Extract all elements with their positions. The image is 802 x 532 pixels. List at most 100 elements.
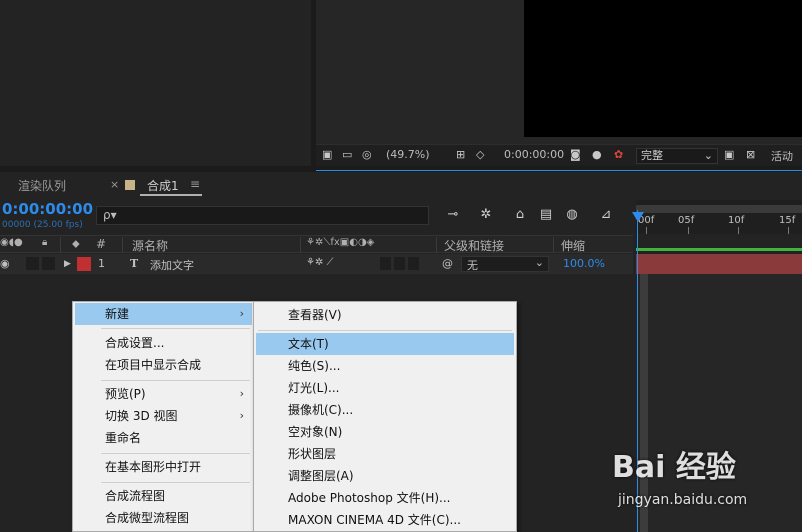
- stretch-value[interactable]: 100.0%: [563, 257, 605, 270]
- submenu-item-adjustment-layer[interactable]: 调整图层(A): [256, 465, 514, 487]
- render-cache-bar: [636, 248, 802, 251]
- menu-item-reveal-in-project[interactable]: 在项目中显示合成: [75, 354, 252, 376]
- ruler-label: 05f: [678, 215, 695, 226]
- menu-item-comp-settings[interactable]: 合成设置...: [75, 332, 252, 354]
- always-preview-icon[interactable]: ▣: [322, 149, 335, 161]
- timeline-timecode[interactable]: 0:00:00:00: [2, 200, 93, 218]
- chevron-down-icon: ⌄: [534, 256, 544, 269]
- composition-canvas[interactable]: [524, 0, 802, 137]
- layer-duration-bar[interactable]: [636, 254, 802, 274]
- channel-icon[interactable]: ✿: [614, 149, 627, 161]
- menu-item-mini-flowchart[interactable]: 合成微型流程图: [75, 507, 252, 529]
- column-divider[interactable]: [436, 237, 437, 253]
- menu-item-label: 纯色(S)...: [288, 359, 341, 373]
- column-divider[interactable]: [122, 237, 123, 253]
- close-icon[interactable]: ×: [110, 178, 119, 191]
- ruler-tick: [788, 227, 789, 234]
- menu-separator: [101, 380, 250, 381]
- column-divider[interactable]: [553, 237, 554, 253]
- menu-item-label: 查看器(V): [288, 308, 342, 322]
- submenu-item-cinema4d-file[interactable]: MAXON CINEMA 4D 文件(C)...: [256, 509, 514, 531]
- submenu-item-photoshop-file[interactable]: Adobe Photoshop 文件(H)...: [256, 487, 514, 509]
- draft-3d-icon[interactable]: ✲: [478, 207, 494, 223]
- column-source-name[interactable]: 源名称: [132, 237, 168, 254]
- submenu-item-viewer[interactable]: 查看器(V): [256, 304, 514, 326]
- monitor-icon[interactable]: ▭: [342, 149, 355, 161]
- snapshot-icon[interactable]: ◙: [570, 149, 583, 161]
- label-icon: ⬥: [72, 237, 80, 250]
- watermark-brand: Bai 经验: [612, 450, 736, 485]
- menu-item-label: 形状图层: [288, 447, 337, 461]
- expand-triangle-icon[interactable]: ▶: [64, 259, 71, 269]
- motion-blur-icon[interactable]: ◍: [564, 207, 580, 223]
- parent-dropdown[interactable]: 无 ⌄: [461, 256, 549, 272]
- menu-item-switch-3d-view[interactable]: 切换 3D 视图 ›: [75, 405, 252, 427]
- tab-menu-icon[interactable]: ≡: [190, 177, 200, 191]
- column-divider[interactable]: [60, 237, 61, 253]
- layer-switches[interactable]: ⚘✲ ⟋: [306, 257, 334, 268]
- submenu-item-text[interactable]: 文本(T): [256, 333, 514, 355]
- chevron-right-icon: ›: [239, 307, 244, 320]
- region-icon[interactable]: ⊞: [456, 149, 469, 161]
- menu-item-rename[interactable]: 重命名: [75, 427, 252, 449]
- submenu-item-light[interactable]: 灯光(L)...: [256, 377, 514, 399]
- menu-item-open-essential-graphics[interactable]: 在基本图形中打开: [75, 456, 252, 478]
- menu-item-new[interactable]: 新建 ›: [75, 303, 252, 325]
- work-area-bar[interactable]: [636, 205, 802, 213]
- tab-composition[interactable]: 合成1: [147, 177, 179, 194]
- resolution-dropdown[interactable]: 完整 ⌄: [636, 148, 718, 164]
- menu-item-flowchart[interactable]: 合成流程图: [75, 485, 252, 507]
- active-panel-indicator: [316, 170, 802, 171]
- active-tab-underline: [140, 194, 202, 196]
- graph-editor-icon[interactable]: ⊿: [598, 207, 614, 223]
- layer-column-header: ◉◖● 🔒︎ ⬥ # 源名称 ⚘✲⟍fx▣◐◑◈ 父级和链接 伸缩: [0, 235, 633, 253]
- menu-item-label: 合成设置...: [105, 336, 165, 350]
- menu-item-label: 摄像机(C)...: [288, 403, 354, 417]
- submenu-item-camera[interactable]: 摄像机(C)...: [256, 399, 514, 421]
- layer-label-color[interactable]: [77, 257, 91, 271]
- shy-layers-icon[interactable]: ⌂: [512, 207, 528, 223]
- column-parent[interactable]: 父级和链接: [444, 237, 504, 254]
- comp-navigator-icon[interactable]: ⊸: [445, 207, 461, 223]
- viewer-toolbar: ▣ ▭ ◎ (49.7%) ⊞ ◇ 0:00:00:00 ◙ ● ✿ 完整 ⌄ …: [316, 144, 802, 179]
- baidu-watermark: Bai 经验 jingyan.baidu.com: [612, 442, 747, 508]
- chevron-right-icon: ›: [239, 387, 244, 400]
- switch-cell[interactable]: [394, 257, 405, 270]
- ruler-tick: [738, 227, 739, 234]
- layer-search-input[interactable]: ρ▾: [96, 206, 429, 225]
- switch-cell[interactable]: [408, 257, 419, 270]
- fast-preview-icon[interactable]: ▣: [724, 149, 737, 161]
- lock-toggle[interactable]: [42, 257, 55, 270]
- submenu-item-shape-layer[interactable]: 形状图层: [256, 443, 514, 465]
- frame-blending-icon[interactable]: ▤: [538, 207, 554, 223]
- layer-index: 1: [98, 257, 105, 270]
- submenu-item-solid[interactable]: 纯色(S)...: [256, 355, 514, 377]
- column-stretch[interactable]: 伸缩: [561, 237, 585, 254]
- pick-whip-icon[interactable]: @: [442, 257, 453, 270]
- zoom-dropdown[interactable]: (49.7%): [386, 148, 430, 161]
- mask-icon[interactable]: ◎: [362, 149, 375, 161]
- context-menu: 新建 › 合成设置... 在项目中显示合成 预览(P) › 切换 3D 视图 ›…: [72, 301, 255, 532]
- menu-item-label: 合成微型流程图: [105, 511, 190, 525]
- lock-icon: 🔒︎: [42, 237, 48, 248]
- playhead-handle[interactable]: [632, 212, 644, 222]
- layer-name[interactable]: 添加文字: [150, 257, 194, 273]
- chevron-right-icon: ›: [239, 409, 244, 422]
- visibility-eye-icon[interactable]: ◉: [0, 257, 10, 270]
- composition-icon: [125, 180, 135, 190]
- column-divider[interactable]: [300, 237, 301, 253]
- transparency-grid-icon[interactable]: ◇: [476, 149, 489, 161]
- text-layer-icon: T: [130, 257, 139, 270]
- show-snapshot-icon[interactable]: ●: [592, 149, 605, 161]
- switch-cell[interactable]: [380, 257, 391, 270]
- tab-render-queue[interactable]: 渲染队列: [18, 177, 66, 194]
- audio-toggle[interactable]: [26, 257, 39, 270]
- switches-icons: ⚘✲⟍fx▣◐◑◈: [306, 237, 375, 248]
- grid-icon[interactable]: ⊠: [746, 149, 759, 161]
- current-time[interactable]: 0:00:00:00: [504, 148, 564, 161]
- menu-item-preview[interactable]: 预览(P) ›: [75, 383, 252, 405]
- menu-item-label: 合成流程图: [105, 489, 166, 503]
- timeline-tab-row: 渲染队列 × 合成1 ≡: [0, 172, 802, 198]
- submenu-item-null-object[interactable]: 空对象(N): [256, 421, 514, 443]
- menu-separator: [101, 453, 250, 454]
